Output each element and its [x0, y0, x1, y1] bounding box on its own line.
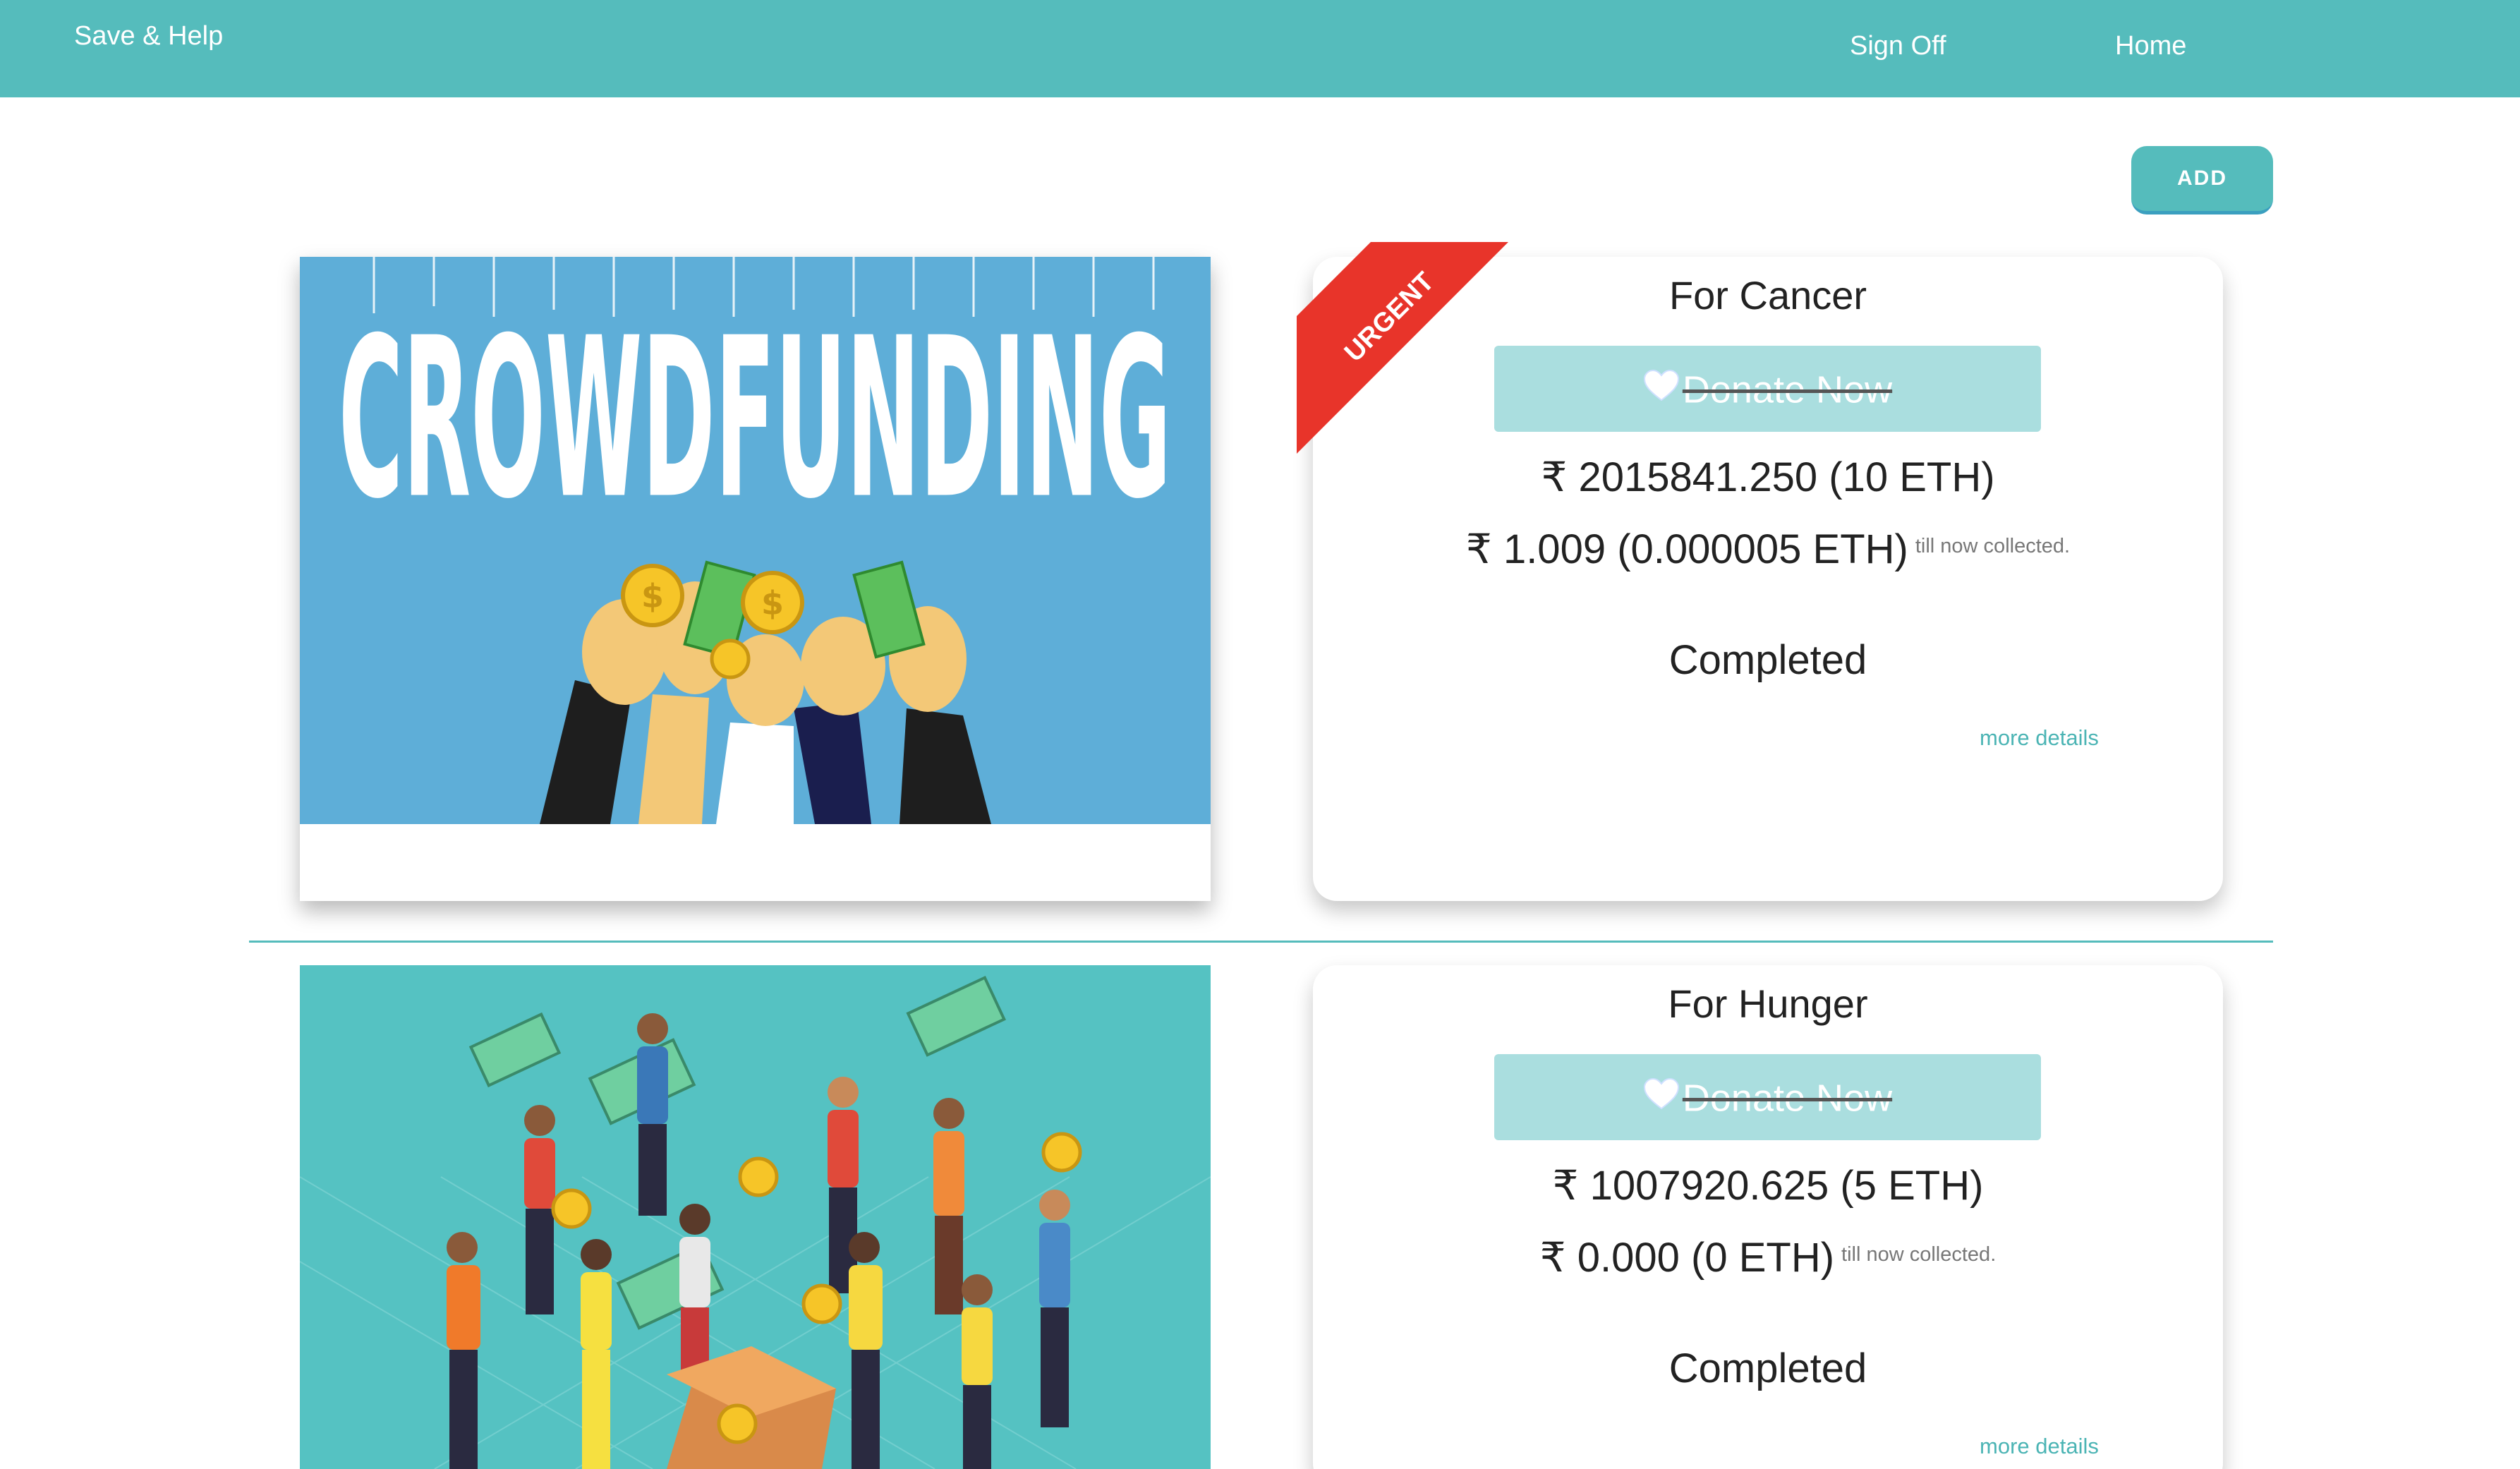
collected-amount: ₹ 0.000 (0 ETH) — [1539, 1235, 1835, 1281]
more-details-link[interactable]: more details — [1980, 1434, 2099, 1459]
sign-off-link[interactable]: Sign Off — [1850, 31, 1946, 61]
goal-amount: ₹ 1007920.625 (5 ETH) — [1552, 1163, 1984, 1209]
campaign-image-card: CROWDFUNDING $ $ — [300, 257, 1211, 901]
add-button[interactable]: ADD — [2131, 146, 2273, 214]
crowdfunding-banner-text: CROWDFUNDING — [339, 290, 1171, 547]
donate-now-button[interactable]: Donate Now — [1494, 1054, 2041, 1140]
collected-note: till now collected. — [1841, 1243, 1997, 1266]
campaign-status: Completed — [1668, 637, 1867, 683]
campaign-status: Completed — [1668, 1346, 1867, 1391]
top-navbar: Save & Help Sign Off Home — [0, 0, 2520, 97]
svg-text:$: $ — [761, 584, 784, 622]
svg-text:$: $ — [641, 577, 664, 615]
campaign-title: For Hunger — [1668, 981, 1868, 1026]
home-link[interactable]: Home — [2115, 31, 2186, 61]
people-fundraising-image — [300, 965, 1211, 1469]
heart-icon — [1643, 368, 1680, 412]
collected-amount: ₹ 1.009 (0.000005 ETH) — [1465, 526, 1908, 572]
page: Save & Help Sign Off Home ADD CROWDFUNDI… — [0, 0, 2520, 1469]
more-details-link[interactable]: more details — [1980, 725, 2099, 751]
campaign-info-card: For Hunger Donate Now ₹ 1007920.625 (5 E… — [1313, 965, 2223, 1469]
urgent-ribbon: URGENT — [1297, 242, 1508, 454]
collected-row: ₹ 1.009 (0.000005 ETH) till now collected… — [1313, 525, 2223, 573]
donate-now-label: Donate Now — [1682, 1077, 1893, 1120]
donate-now-button[interactable]: Donate Now — [1494, 346, 2041, 432]
collected-row: ₹ 0.000 (0 ETH) till now collected. — [1313, 1233, 2223, 1281]
campaign-image-card — [300, 965, 1211, 1469]
collected-note: till now collected. — [1915, 535, 2071, 557]
brand-link[interactable]: Save & Help — [74, 21, 223, 52]
donate-now-label: Donate Now — [1682, 368, 1893, 411]
heart-icon — [1643, 1077, 1680, 1120]
crowdfunding-image: CROWDFUNDING $ $ — [300, 257, 1211, 824]
row-separator — [249, 941, 2273, 943]
